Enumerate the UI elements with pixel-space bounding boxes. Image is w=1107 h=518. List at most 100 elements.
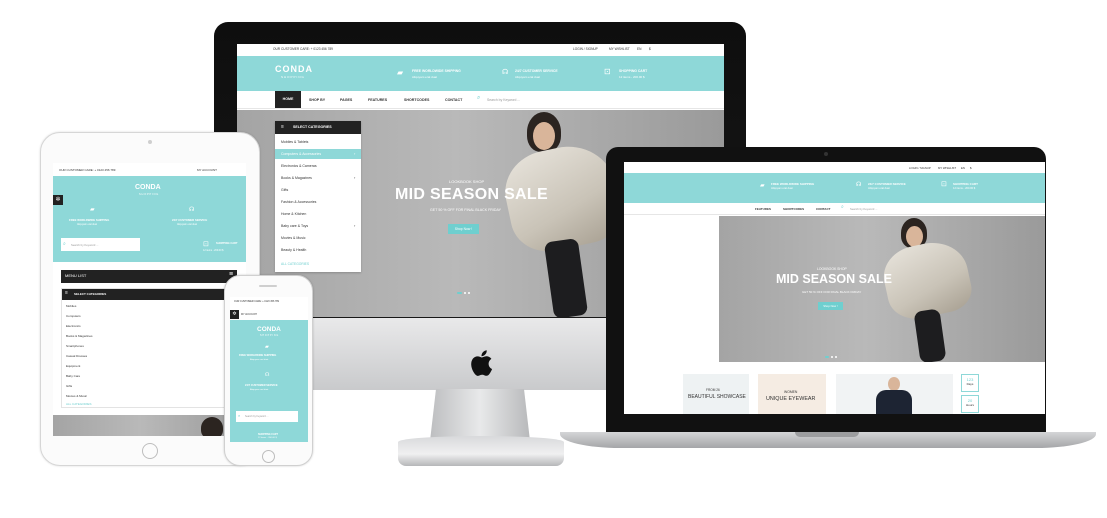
category-item[interactable]: Mobiles [66,304,76,308]
cart-title[interactable]: SHOPPING CART [216,242,238,245]
customer-care-text: OUR CUSTOMER CARE: + 0123 456 789 [59,168,116,172]
search-icon[interactable]: ⌕ [841,204,844,210]
apple-logo-icon [471,350,493,376]
site-header [230,320,308,442]
account-link[interactable]: MY ACCOUNT [197,168,217,172]
menu-icon: ≡ [65,290,68,296]
nav-home[interactable]: HOME [275,91,301,108]
nav-features[interactable]: FEATURES [755,207,771,211]
category-item[interactable]: Home & Kitchen [281,212,306,216]
cart-icon[interactable]: ⊡ [203,240,209,248]
category-item[interactable]: Movies & Music [281,236,306,240]
hero-title: MID SEASON SALE [776,272,892,286]
category-item[interactable]: Casual Dresses [66,354,87,358]
service-title: 24/7 CUSTOMER SERVICE [172,218,208,222]
cart-icon[interactable]: ⊡ [941,180,947,188]
main-nav [624,203,1045,215]
customer-care-text: OUR CUSTOMER CARE: + 0123 456 789 [234,300,279,303]
phone-screen: OUR CUSTOMER CARE: + 0123 456 789 MY ACC… [230,297,308,442]
nav-contact[interactable]: CONTACT [445,98,462,102]
service-sub: Aliquyam erat duat [250,389,269,391]
brand-logo[interactable]: CONDA [135,184,161,191]
category-title: SELECT CATEGORIES [74,292,107,296]
customer-care-text: OUR CUSTOMER CARE: + 0123 456 789 [273,47,333,51]
search-input[interactable]: Search by Keyword ... [487,98,520,102]
cart-title[interactable]: SHOPPING CART [258,433,278,436]
category-item[interactable]: Gifts [66,384,72,388]
cart-title[interactable]: SHOPPING CART [619,69,647,73]
headset-icon: ☊ [189,207,195,213]
truck-icon: ▰ [397,68,404,77]
chevron-right-icon: › [354,223,356,228]
search-icon[interactable]: ⌕ [238,413,240,418]
settings-button[interactable]: ✲ [53,195,63,205]
hero-slider-dots[interactable] [457,290,472,294]
hero-title: MID SEASON SALE [395,186,548,203]
nav-shortcodes[interactable]: SHORTCODES [404,98,429,102]
truck-icon: ▰ [90,207,95,213]
imac-stand-base [398,436,564,466]
laptop-camera [824,152,828,156]
showcase-card-line1: FROM 26 [706,388,720,392]
nav-shortcodes[interactable]: SHORTCODES [783,207,804,211]
category-item[interactable]: Equipment [66,364,80,368]
currency-select[interactable]: $ [649,47,651,51]
wishlist-link[interactable]: MY WISHLIST [938,166,956,170]
category-item[interactable]: Electronics & Cameras [281,164,317,168]
brand-tagline: SHOPPING [281,75,305,79]
nav-contact[interactable]: CONTACT [816,207,830,211]
shop-now-button[interactable]: Shop Now ! [818,302,843,310]
cart-icon[interactable]: ⊡ [604,67,611,76]
search-icon[interactable]: ⌕ [63,241,66,247]
brand-tagline: SHOPPING [260,334,280,337]
hero-model-image [869,216,1009,362]
countdown-days: 123 Days [961,374,979,392]
all-categories-link[interactable]: ALL CATEGORIES [66,402,92,406]
showcase-card-line2: BEAUTIFUL SHOWCASE [688,394,746,400]
tablet-home-button[interactable] [142,443,158,459]
wishlist-link[interactable]: MY WISHLIST [609,47,630,51]
nav-shop-by[interactable]: SHOP BY [309,98,325,102]
category-item[interactable]: Electronics [66,324,81,328]
brand-logo[interactable]: CONDA [275,64,313,74]
category-item[interactable]: Movies & Music [66,394,87,398]
category-item[interactable]: Mobiles & Tablets [281,140,308,144]
phone-home-button[interactable] [262,450,275,463]
category-item[interactable]: Baby care & Toys [281,224,308,228]
category-dropdown: ≡ SELECT CATEGORIES Mobiles & Tablets Co… [275,121,361,272]
imac-stand-neck [430,389,530,441]
account-link[interactable]: MY ACCOUNT [241,313,257,316]
category-item[interactable]: Books & Magazines [281,176,312,180]
hero-slider-dots[interactable] [825,354,839,358]
phone-speaker [259,285,277,287]
cart-title[interactable]: SHOPPING CART [953,182,978,186]
category-item[interactable]: Fashion & Accessories [281,200,316,204]
search-icon[interactable]: ⌕ [477,95,480,102]
shop-now-button[interactable]: Shop Now ! [448,224,479,234]
login-link[interactable]: LOGIN / SIGNUP [909,166,931,170]
settings-button[interactable]: ✲ [230,310,239,319]
category-item[interactable]: Gifts [281,188,288,192]
language-select[interactable]: EN [637,47,641,51]
shipping-title: FREE WORLDWIDE SHIPPING [69,218,110,222]
eyewear-card-line1: WOMEN [784,390,798,394]
category-item[interactable]: Books & Magazines [66,334,93,338]
nav-pages[interactable]: PAGES [340,98,352,102]
category-item[interactable]: Computers & Accessories [281,152,321,156]
responsive-devices-mockup: OUR CUSTOMER CARE: + 0123 456 789 LOGIN … [0,0,1107,518]
category-item[interactable]: Beauty & Health [281,248,306,252]
category-item[interactable]: Baby Care [66,374,80,378]
all-categories-link[interactable]: ALL CATEGORIES [281,262,309,266]
search-input[interactable]: Search by Keyword ... [850,207,877,211]
eyewear-card[interactable] [758,374,826,414]
category-item[interactable]: Smartphones [66,344,84,348]
model-product-card[interactable] [836,374,953,414]
menu-list-bar[interactable] [61,270,237,283]
service-title: 24/7 CUSTOMER SERVICE [245,384,278,387]
category-item[interactable]: Computers [66,314,81,318]
currency-select[interactable]: $ [970,166,972,170]
nav-features[interactable]: FEATURES [368,98,387,102]
login-link[interactable]: LOGIN / SIGNUP [573,47,598,51]
language-select[interactable]: EN [961,166,965,170]
brand-logo[interactable]: CONDA [257,326,281,333]
